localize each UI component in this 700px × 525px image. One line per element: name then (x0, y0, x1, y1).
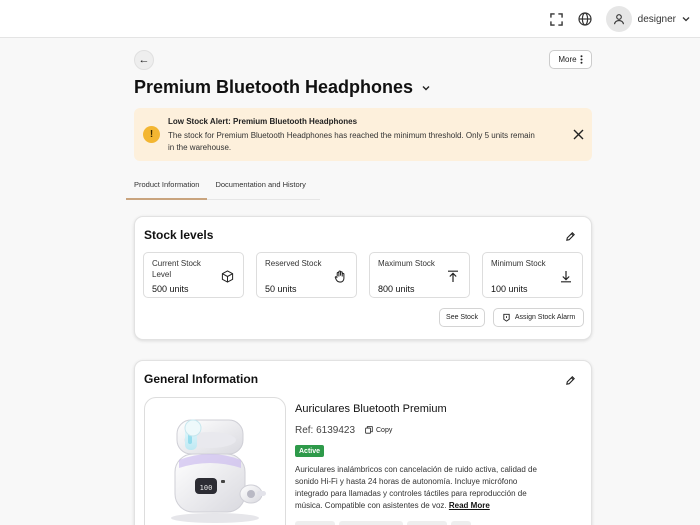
stock-item-maximum: Maximum Stock 800 units (369, 252, 470, 298)
status-badge: Active (295, 445, 325, 457)
dots-vertical-icon (580, 55, 583, 64)
user-name: designer (637, 13, 676, 25)
chevron-down-icon[interactable] (421, 83, 431, 93)
see-stock-button[interactable]: See Stock (439, 308, 485, 327)
close-icon[interactable] (570, 126, 586, 142)
product-description: Auriculares inalámbricos con cancelación… (295, 464, 545, 512)
stock-item-minimum: Minimum Stock 100 units (482, 252, 583, 298)
description-text: Auriculares inalámbricos con cancelación… (295, 465, 537, 510)
assign-stock-alarm-button[interactable]: Assign Stock Alarm (493, 308, 584, 327)
user-menu[interactable]: designer (605, 4, 690, 34)
more-label: More (558, 55, 577, 64)
stock-value: 800 units (378, 284, 415, 294)
cube-icon (220, 269, 234, 283)
more-button[interactable]: More (549, 50, 592, 69)
read-more-link[interactable]: Read More (449, 501, 490, 510)
copy-label: Copy (376, 426, 393, 434)
tag-chip (407, 521, 447, 525)
top-bar: designer (0, 0, 700, 38)
page-title[interactable]: Premium Bluetooth Headphones (134, 77, 431, 98)
stock-value: 100 units (491, 284, 528, 294)
stock-label: Current Stock Level (152, 259, 201, 279)
chevron-down-icon[interactable] (682, 15, 690, 23)
pencil-icon[interactable] (563, 373, 577, 387)
stock-label: Minimum Stock (491, 259, 546, 268)
card-title: General Information (144, 372, 259, 386)
tab-documentation-history[interactable]: Documentation and History (207, 172, 313, 200)
globe-icon[interactable] (574, 8, 596, 30)
assign-stock-alarm-label: Assign Stock Alarm (514, 314, 576, 321)
card-title: Stock levels (144, 228, 214, 242)
hand-icon (333, 269, 347, 283)
stock-item-reserved: Reserved Stock 50 units (256, 252, 357, 298)
stock-levels-card: Stock levels Current Stock Level 500 uni… (134, 216, 592, 340)
warning-icon: ! (143, 126, 160, 143)
earbuds-case-illustration: 100 (171, 419, 266, 523)
stock-label: Maximum Stock (378, 259, 435, 268)
alert-text: The stock for Premium Bluetooth Headphon… (168, 131, 535, 152)
tag-list (295, 521, 471, 525)
product-ref: Ref: 6139423 (295, 425, 356, 436)
tag-chip (295, 521, 335, 525)
stock-item-current: Current Stock Level 500 units (143, 252, 244, 298)
see-stock-label: See Stock (446, 314, 478, 321)
user-icon (613, 14, 624, 25)
back-button[interactable]: ← (134, 50, 154, 70)
product-title: Premium Bluetooth Headphones (134, 77, 414, 97)
avatar[interactable] (605, 6, 632, 32)
general-information-card: General Information 100 Auriculares Blue… (134, 360, 592, 525)
pencil-icon[interactable] (563, 229, 577, 243)
product-image: 100 (144, 397, 286, 525)
tag-chip (451, 521, 471, 525)
alert-title: Low Stock Alert: Premium Bluetooth Headp… (168, 117, 358, 126)
stock-value: 500 units (152, 284, 189, 294)
product-name: Auriculares Bluetooth Premium (295, 403, 447, 415)
arrow-left-icon: ← (138, 54, 150, 66)
copy-button[interactable]: Copy (365, 426, 392, 434)
tag-chip (339, 521, 403, 525)
tab-bar: Product Information Documentation and Hi… (126, 172, 320, 200)
low-stock-alert: ! Low Stock Alert: Premium Bluetooth Hea… (134, 108, 592, 161)
tab-product-information[interactable]: Product Information (126, 172, 208, 200)
stock-value: 50 units (265, 284, 297, 294)
case-display-text: 100 (200, 484, 213, 492)
fullscreen-icon[interactable] (545, 8, 567, 30)
arrow-up-icon (446, 269, 460, 283)
stock-label: Reserved Stock (265, 259, 322, 268)
alarm-icon (503, 313, 510, 322)
copy-icon (365, 426, 373, 434)
arrow-down-icon (559, 269, 573, 283)
